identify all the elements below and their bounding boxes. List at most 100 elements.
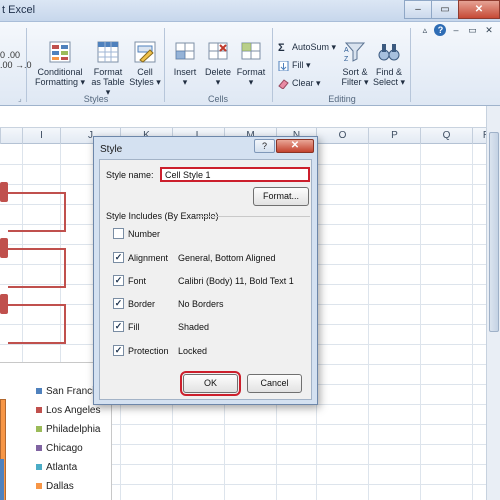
protection-checkbox[interactable]: ✓ [113,345,124,356]
ok-button[interactable]: OK [180,371,241,396]
window-title: t Excel [2,4,36,16]
column-header-i[interactable]: I [22,128,60,144]
conditional-formatting-label: Conditional Formatting ▾ [35,67,85,87]
dialog-launcher-icon[interactable]: ⌟ [18,94,22,103]
dialog-title: Style [100,144,123,155]
ribbon-minimize-icon[interactable]: ▵ [418,24,432,37]
fill-label: Fill [128,322,140,332]
legend-item: Atlanta [36,462,77,473]
title-bar: t Excel – ▭ ✕ [0,0,500,22]
workbook-close-button[interactable]: ✕ [482,24,496,37]
font-value: Calibri (Body) 11, Bold Text 1 [178,276,294,286]
delete-cells-button[interactable]: Delete ▾ [202,40,234,87]
border-checkbox[interactable]: ✓ [113,298,124,309]
dialog-close-button[interactable]: ✕ [276,139,314,153]
legend-swatch [36,464,42,471]
legend-label: Atlanta [46,462,78,473]
dialog-help-button[interactable]: ? [254,139,275,153]
clear-button[interactable]: Clear ▾ [278,78,321,89]
org-chart-connector [8,192,66,232]
conditional-formatting-button[interactable]: Conditional Formatting ▾ [32,40,88,87]
autosum-label: AutoSum ▾ [292,42,337,52]
org-chart-connector [8,248,66,288]
format-as-table-icon [97,41,119,63]
legend-item: Los Angeles [36,405,101,416]
legend-swatch [36,407,42,414]
editing-group-label: Editing [328,94,356,104]
workbook-minimize-button[interactable]: – [449,24,463,37]
close-window-button[interactable]: ✕ [458,0,500,19]
legend-swatch [36,388,42,395]
column-header-partial[interactable] [0,128,22,144]
dialog-body: Style name: Cell Style 1 Format... Style… [99,159,312,400]
number-checkbox[interactable] [113,228,124,239]
delete-cells-label: Delete ▾ [204,67,231,87]
sort-filter-button[interactable]: A Z Sort & Filter ▾ [338,40,372,87]
styles-group-label: Styles [83,94,109,104]
style-name-input[interactable]: Cell Style 1 [160,167,310,182]
legend-item: Philadelphia [36,424,101,435]
column-header-q[interactable]: Q [420,128,472,144]
fill-label: Fill ▾ [292,60,311,70]
ribbon: ▵ ? – ▭ ✕ 0 .00 .00 →.0 Conditional Form… [0,22,500,106]
fill-checkbox[interactable]: ✓ [113,321,124,332]
format-cells-button[interactable]: Format ▾ [234,40,268,87]
scrollbar-thumb[interactable] [489,132,499,332]
sort-filter-label: Sort & Filter ▾ [341,67,369,87]
group-separator [26,28,27,102]
font-checkbox[interactable]: ✓ [113,275,124,286]
insert-cells-label: Insert ▾ [173,67,197,87]
sort-filter-icon: A Z [344,42,366,63]
column-header-p[interactable]: P [368,128,420,144]
alignment-checkbox[interactable]: ✓ [113,252,124,263]
format-as-table-label: Format as Table ▾ [91,67,125,97]
fill-button[interactable]: Fill ▾ [278,60,311,71]
workbook-restore-button[interactable]: ▭ [465,24,479,37]
format-as-table-button[interactable]: Format as Table ▾ [88,40,128,97]
border-value: No Borders [178,299,224,309]
cell-styles-label: Cell Styles ▾ [129,67,161,87]
legend-label: Los Angeles [46,405,101,416]
format-cells-icon [241,42,261,60]
legend-swatch [36,483,42,490]
formula-bar-area[interactable] [0,106,500,128]
format-cells-label: Format ▾ [236,67,266,87]
find-select-label: Find & Select ▾ [372,67,406,87]
style-dialog: Style ? ✕ Style name: Cell Style 1 Forma… [93,136,318,405]
legend-item: Dallas [36,481,74,492]
legend-item: Chicago [36,443,83,454]
conditional-formatting-text: Conditional Formatting ▾ [34,67,86,87]
group-separator [272,28,273,102]
autosum-button[interactable]: Σ AutoSum ▾ [278,42,336,53]
org-chart-shape[interactable] [0,238,8,258]
fill-value: Shaded [178,322,210,332]
insert-cells-button[interactable]: Insert ▾ [168,40,202,87]
clear-label: Clear ▾ [292,78,321,88]
legend-swatch [36,445,42,452]
minimize-window-button[interactable]: – [404,0,432,19]
legend-label: Philadelphia [46,424,101,435]
org-chart-shape[interactable] [0,182,8,202]
ribbon-window-controls: ▵ ? – ▭ ✕ [418,24,496,37]
border-label: Border [128,299,156,309]
legend-swatch [36,426,42,433]
font-label: Font [128,276,147,286]
cancel-button[interactable]: Cancel [247,374,302,393]
cells-group-label: Cells [207,94,228,104]
help-icon[interactable]: ? [434,24,447,36]
fill-down-icon [278,60,289,71]
cell-styles-button[interactable]: Cell Styles ▾ [128,40,162,87]
maximize-window-button[interactable]: ▭ [431,0,459,19]
style-name-label: Style name: [106,170,154,180]
column-header-o[interactable]: O [316,128,368,144]
protection-value: Locked [178,346,208,356]
group-divider [196,216,310,217]
eraser-icon [278,78,289,89]
alignment-label: Alignment [128,253,169,263]
format-button[interactable]: Format... [253,187,309,206]
find-select-button[interactable]: Find & Select ▾ [372,40,406,87]
chart-bar [0,459,4,500]
vertical-scrollbar[interactable] [486,106,500,500]
binoculars-icon [378,44,400,61]
org-chart-shape[interactable] [0,294,8,314]
